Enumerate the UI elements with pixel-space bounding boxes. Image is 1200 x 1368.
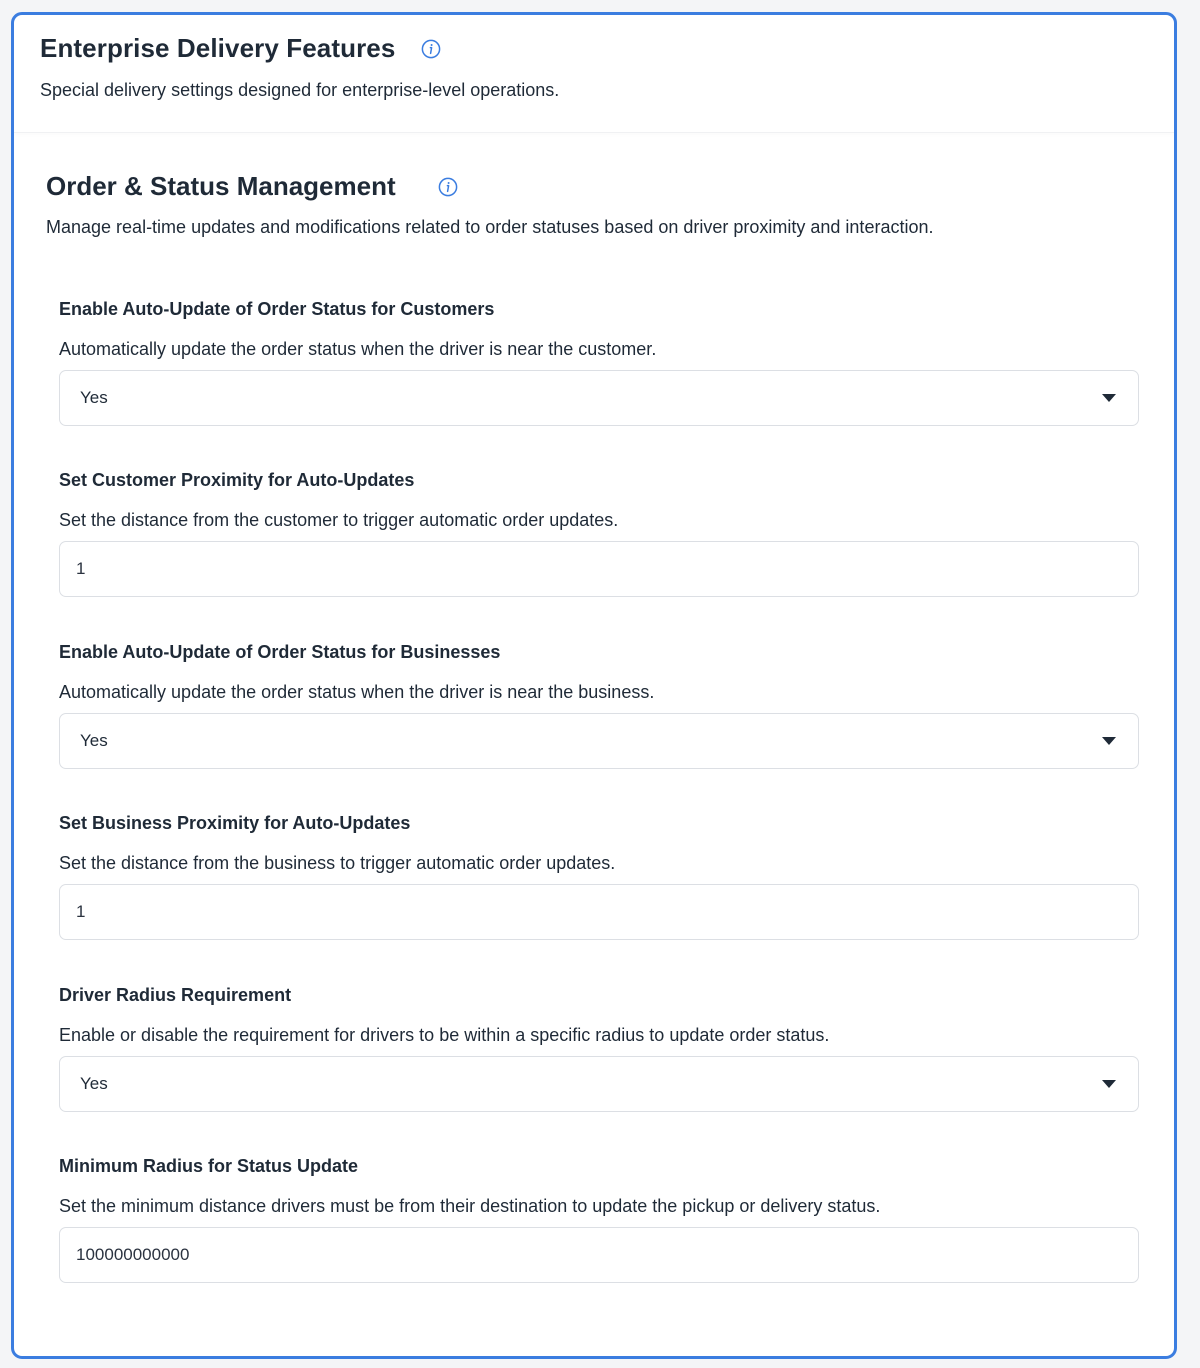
field-label: Enable Auto-Update of Order Status for C… [59,299,495,319]
field-label: Set Business Proximity for Auto-Updates [59,813,411,833]
enterprise-delivery-card: Enterprise Delivery Features Special del… [11,12,1177,1359]
select-value: Yes [80,731,108,750]
chevron-down-icon [1102,394,1116,402]
field-help: Set the distance from the customer to tr… [59,510,619,530]
field-label: Minimum Radius for Status Update [59,1156,359,1176]
card-header: Enterprise Delivery Features Special del… [14,15,1174,133]
field-help: Automatically update the order status wh… [59,339,657,359]
input-value: 1 [76,559,86,578]
business-proximity-input[interactable]: 1 [59,884,1139,940]
select-value: Yes [80,1074,108,1093]
page-title: Enterprise Delivery Features [40,33,396,63]
section-description: Manage real-time updates and modificatio… [46,217,934,237]
info-icon[interactable] [438,177,458,197]
minimum-radius-input[interactable]: 100000000000 [59,1227,1139,1283]
driver-radius-requirement-select[interactable]: Yes [59,1056,1139,1112]
select-value: Yes [80,388,108,407]
field-label: Set Customer Proximity for Auto-Updates [59,470,415,490]
customer-proximity-input[interactable]: 1 [59,541,1139,597]
field-label: Driver Radius Requirement [59,985,292,1005]
auto-update-businesses-select[interactable]: Yes [59,713,1139,769]
customer-proximity-field: Set Customer Proximity for Auto-Updates … [59,468,1139,597]
field-help: Automatically update the order status wh… [59,682,655,702]
business-proximity-field: Set Business Proximity for Auto-Updates … [59,811,1139,940]
info-icon[interactable] [421,39,441,59]
section-title: Order & Status Management [46,171,396,201]
input-value: 100000000000 [76,1245,190,1264]
auto-update-customers-select[interactable]: Yes [59,370,1139,426]
page-description: Special delivery settings designed for e… [40,80,560,100]
auto-update-businesses-field: Enable Auto-Update of Order Status for B… [59,640,1139,769]
field-help: Set the distance from the business to tr… [59,853,616,873]
driver-radius-requirement-field: Driver Radius Requirement Enable or disa… [59,983,1139,1112]
field-help: Enable or disable the requirement for dr… [59,1025,830,1045]
auto-update-customers-field: Enable Auto-Update of Order Status for C… [59,297,1139,426]
chevron-down-icon [1102,737,1116,745]
input-value: 1 [76,902,86,921]
field-label: Enable Auto-Update of Order Status for B… [59,642,501,662]
field-help: Set the minimum distance drivers must be… [59,1196,881,1216]
minimum-radius-field: Minimum Radius for Status Update Set the… [59,1154,1139,1283]
chevron-down-icon [1102,1080,1116,1088]
